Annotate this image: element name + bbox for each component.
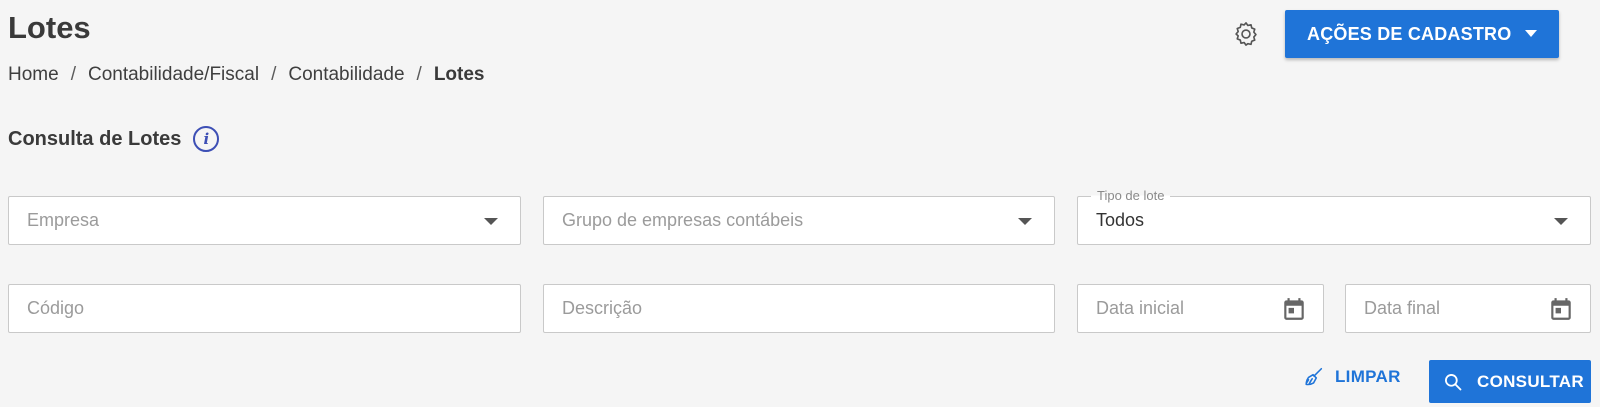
clear-button-label: LIMPAR: [1335, 367, 1401, 386]
clear-button[interactable]: LIMPAR: [1303, 366, 1401, 388]
data-inicial-input[interactable]: Data inicial: [1077, 284, 1324, 333]
broom-icon: [1305, 367, 1323, 386]
empresa-select[interactable]: Empresa: [8, 196, 521, 245]
chevron-down-icon: [484, 218, 498, 225]
calendar-icon[interactable]: [1281, 296, 1307, 322]
search-icon: [1445, 373, 1462, 390]
breadcrumb-current: Lotes: [433, 64, 485, 85]
breadcrumb-separator: /: [271, 64, 277, 85]
settings-button[interactable]: [1231, 19, 1261, 49]
codigo-input[interactable]: Código: [8, 284, 521, 333]
data-final-placeholder: Data final: [1364, 298, 1441, 318]
empresa-placeholder: Empresa: [27, 210, 100, 230]
data-final-input[interactable]: Data final: [1345, 284, 1591, 333]
breadcrumb-contabilidade[interactable]: Contabilidade: [288, 64, 404, 86]
breadcrumb: Home / Contabilidade/Fiscal / Contabilid…: [8, 64, 485, 86]
grupo-empresas-placeholder: Grupo de empresas contábeis: [562, 210, 804, 230]
search-button[interactable]: CONSULTAR: [1429, 360, 1591, 403]
search-button-label: CONSULTAR: [1477, 371, 1584, 391]
tipo-lote-select[interactable]: Tipo de lote Todos: [1077, 188, 1591, 245]
chevron-down-icon: [1525, 30, 1537, 37]
descricao-input[interactable]: Descrição: [543, 284, 1055, 333]
grupo-empresas-select[interactable]: Grupo de empresas contábeis: [543, 196, 1055, 245]
codigo-placeholder: Código: [27, 298, 85, 318]
tipo-lote-label: Tipo de lote: [1091, 188, 1171, 203]
page-title: Lotes: [8, 10, 91, 45]
chevron-down-icon: [1554, 218, 1568, 225]
descricao-placeholder: Descrição: [562, 298, 643, 318]
breadcrumb-home[interactable]: Home: [8, 64, 59, 86]
calendar-icon[interactable]: [1548, 296, 1574, 322]
section-title-text: Consulta de Lotes: [8, 127, 182, 150]
actions-menu-label: AÇÕES DE CADASTRO: [1307, 23, 1512, 44]
gear-icon: [1235, 22, 1257, 46]
actions-menu-button[interactable]: AÇÕES DE CADASTRO: [1285, 10, 1559, 58]
breadcrumb-separator: /: [416, 64, 422, 85]
info-icon[interactable]: i: [193, 126, 220, 152]
section-title: Consulta de Lotes i: [8, 126, 220, 152]
data-inicial-placeholder: Data inicial: [1096, 298, 1185, 318]
tipo-lote-value: Todos: [1096, 210, 1145, 230]
breadcrumb-separator: /: [70, 64, 76, 85]
chevron-down-icon: [1018, 218, 1032, 225]
breadcrumb-contabilidade-fiscal[interactable]: Contabilidade/Fiscal: [88, 64, 259, 86]
